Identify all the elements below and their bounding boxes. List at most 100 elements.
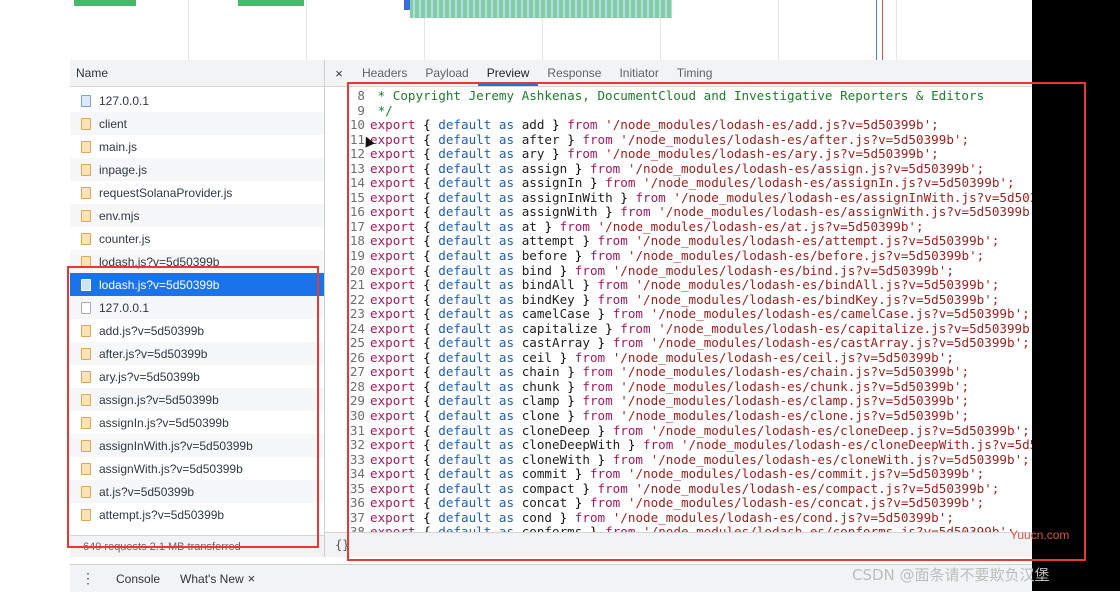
keyword-from: from xyxy=(567,117,598,133)
script-icon xyxy=(81,462,91,475)
keyword-from: from xyxy=(567,146,598,162)
tab-preview[interactable]: Preview xyxy=(477,60,539,86)
document-icon xyxy=(81,94,91,107)
request-row[interactable]: 127.0.0.1 xyxy=(70,296,324,319)
line-number: 18 xyxy=(349,233,365,249)
tab-timing[interactable]: Timing xyxy=(668,60,722,86)
line-number: 34 xyxy=(349,466,365,482)
tab-console[interactable]: Console xyxy=(106,572,170,586)
script-icon xyxy=(81,485,91,498)
keyword-from: from xyxy=(582,364,613,380)
export-name: at xyxy=(521,218,537,234)
keyword-from: from xyxy=(574,349,606,365)
code-line: 18 export { default as attempt } from '/n… xyxy=(325,234,1032,249)
keyword-export: export xyxy=(370,233,416,249)
request-row[interactable]: lodash.js?v=5d50399b xyxy=(70,250,324,273)
keyword-from: from xyxy=(612,306,644,322)
module-path: '/node_modules/lodash-es/bindKey.js?v=5d… xyxy=(635,291,1000,307)
code-line: 25 export { default as castArray } from '… xyxy=(325,336,1032,351)
request-row[interactable]: assign.js?v=5d50399b xyxy=(70,388,324,411)
close-icon[interactable]: × xyxy=(325,66,353,81)
request-row[interactable]: assignWith.js?v=5d50399b xyxy=(70,457,324,480)
keyword-export: export xyxy=(370,306,416,322)
tab-initiator[interactable]: Initiator xyxy=(610,60,667,86)
keyword-export: export xyxy=(370,146,416,162)
keyword-as: as xyxy=(498,204,515,220)
keyword-as: as xyxy=(498,291,515,307)
module-path: '/node_modules/lodash-es/clone.js?v=5d50… xyxy=(620,408,970,424)
request-detail-panel: × Headers Payload Preview Response Initi… xyxy=(325,60,1032,557)
network-timeline-overview[interactable] xyxy=(70,0,1032,61)
line-number: 23 xyxy=(349,306,365,322)
request-row[interactable]: at.js?v=5d50399b xyxy=(70,480,324,503)
more-icon[interactable]: ⋮ xyxy=(70,570,106,587)
export-name: clamp xyxy=(521,393,560,409)
keyword-as: as xyxy=(498,189,515,205)
code-line: 19 export { default as before } from '/no… xyxy=(325,248,1032,264)
request-name: at.js?v=5d50399b xyxy=(99,484,195,499)
request-row[interactable]: env.mjs xyxy=(70,204,324,227)
request-row[interactable]: requestSolanaProvider.js xyxy=(70,181,324,204)
keyword-as: as xyxy=(498,364,515,380)
pretty-print-button[interactable]: {} xyxy=(325,532,1032,557)
line-number: 12 xyxy=(349,146,365,162)
request-row[interactable]: attempt.js?v=5d50399b xyxy=(70,503,324,526)
line-number: 10 xyxy=(349,117,365,133)
request-name: counter.js xyxy=(99,231,151,246)
request-row[interactable]: add.js?v=5d50399b xyxy=(70,319,324,342)
tab-response[interactable]: Response xyxy=(538,60,610,86)
keyword-default: default xyxy=(438,146,492,162)
source-preview[interactable]: 8 * Copyright Jeremy Ashkenas, DocumentC… xyxy=(325,87,1032,534)
keyword-from: from xyxy=(612,451,644,467)
module-path: '/node_modules/lodash-es/after.js?v=5d50… xyxy=(620,131,970,147)
keyword-as: as xyxy=(498,175,515,191)
request-name: 127.0.0.1 xyxy=(99,93,150,108)
request-row[interactable]: inpage.js xyxy=(70,158,324,181)
tab-payload[interactable]: Payload xyxy=(416,60,477,86)
request-row[interactable]: ary.js?v=5d50399b xyxy=(70,365,324,388)
request-row[interactable]: counter.js xyxy=(70,227,324,250)
script-icon xyxy=(81,186,91,199)
tab-headers[interactable]: Headers xyxy=(353,60,416,86)
keyword-from: from xyxy=(597,480,628,496)
request-row[interactable]: assignIn.js?v=5d50399b xyxy=(70,411,324,434)
keyword-from: from xyxy=(559,218,590,234)
line-number: 13 xyxy=(349,160,365,176)
keyword-default: default xyxy=(438,160,492,176)
module-path: '/node_modules/lodash-es/chain.js?v=5d50… xyxy=(620,364,970,380)
keyword-as: as xyxy=(498,422,515,438)
request-row[interactable]: lodash.js?v=5d50399b xyxy=(70,273,324,296)
close-icon[interactable]: × xyxy=(248,571,256,586)
script-icon xyxy=(81,439,91,452)
keyword-as: as xyxy=(498,131,515,147)
request-row[interactable]: client xyxy=(70,112,324,135)
export-name: ceil xyxy=(521,349,553,365)
request-row[interactable]: main.js xyxy=(70,135,324,158)
line-number: 24 xyxy=(349,320,365,336)
request-name: ary.js?v=5d50399b xyxy=(99,369,200,384)
request-row[interactable]: after.js?v=5d50399b xyxy=(70,342,324,365)
keyword-default: default xyxy=(438,466,492,482)
keyword-export: export xyxy=(370,204,416,220)
code-comment: * Copyright Jeremy Ashkenas, DocumentClo… xyxy=(370,88,985,103)
module-path: '/node_modules/lodash-es/assignWith.js?v… xyxy=(658,204,1032,220)
export-name: concat xyxy=(521,495,568,511)
keyword-default: default xyxy=(438,175,492,191)
script-icon xyxy=(81,416,91,429)
keyword-from: from xyxy=(574,509,606,525)
request-row[interactable]: 127.0.0.1 xyxy=(70,89,324,112)
module-path: '/node_modules/lodash-es/before.js?v=5d5… xyxy=(627,248,985,264)
request-row[interactable]: assignInWith.js?v=5d50399b xyxy=(70,434,324,457)
keyword-from: from xyxy=(582,131,613,147)
code-line: 17 export { default as at } from '/node_m… xyxy=(325,218,1032,235)
line-number: 8 xyxy=(357,88,365,103)
module-path: '/node_modules/lodash-es/ceil.js?v=5d503… xyxy=(612,349,954,365)
keyword-default: default xyxy=(438,248,492,264)
keyword-export: export xyxy=(370,364,416,380)
keyword-export: export xyxy=(370,335,416,351)
name-column-header[interactable]: Name xyxy=(70,60,324,87)
tab-whats-new[interactable]: What's New × xyxy=(170,571,265,586)
export-name: after xyxy=(521,131,560,147)
module-path: '/node_modules/lodash-es/attempt.js?v=5d… xyxy=(635,233,1000,249)
module-path: '/node_modules/lodash-es/camelCase.js?v=… xyxy=(650,306,1030,322)
